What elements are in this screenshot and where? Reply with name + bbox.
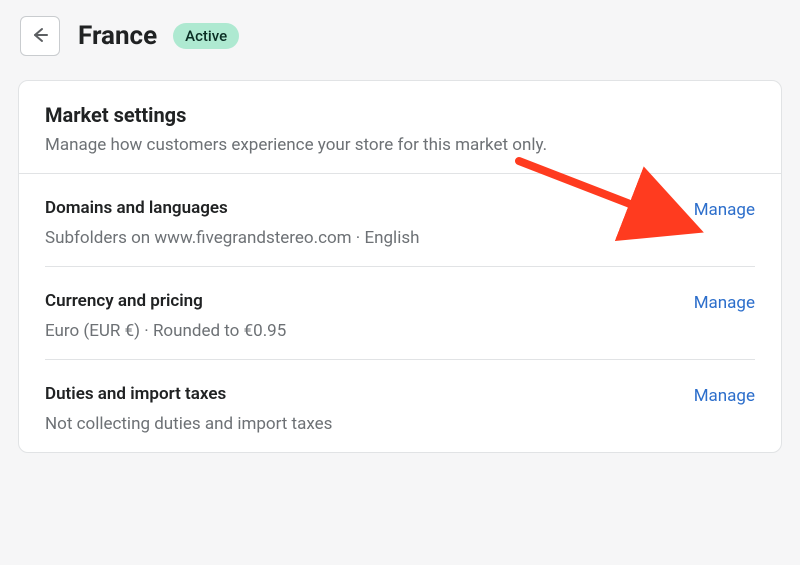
market-settings-card: Market settings Manage how customers exp… (18, 80, 782, 453)
manage-link-domains[interactable]: Manage (694, 200, 755, 220)
page-header: France Active (18, 16, 782, 56)
card-title: Market settings (45, 103, 755, 127)
page-title: France (78, 21, 157, 51)
section-subtitle: Euro (EUR €) · Rounded to €0.95 (45, 321, 674, 341)
section-currency-pricing: Currency and pricing Euro (EUR €) · Roun… (19, 267, 781, 359)
section-title: Domains and languages (45, 198, 674, 218)
back-button[interactable] (20, 16, 60, 56)
card-description: Manage how customers experience your sto… (45, 135, 755, 155)
section-content: Currency and pricing Euro (EUR €) · Roun… (45, 291, 674, 341)
status-badge: Active (173, 23, 239, 49)
card-header: Market settings Manage how customers exp… (19, 81, 781, 174)
section-subtitle: Subfolders on www.fivegrandstereo.com · … (45, 228, 674, 248)
section-content: Domains and languages Subfolders on www.… (45, 198, 674, 248)
section-title: Duties and import taxes (45, 384, 674, 404)
manage-link-duties[interactable]: Manage (694, 386, 755, 406)
section-duties-taxes: Duties and import taxes Not collecting d… (19, 360, 781, 452)
section-subtitle: Not collecting duties and import taxes (45, 414, 674, 434)
section-domains-languages: Domains and languages Subfolders on www.… (19, 174, 781, 266)
manage-link-currency[interactable]: Manage (694, 293, 755, 313)
arrow-left-icon (30, 25, 50, 48)
market-settings-page: France Active Market settings Manage how… (0, 0, 800, 469)
section-title: Currency and pricing (45, 291, 674, 311)
section-content: Duties and import taxes Not collecting d… (45, 384, 674, 434)
